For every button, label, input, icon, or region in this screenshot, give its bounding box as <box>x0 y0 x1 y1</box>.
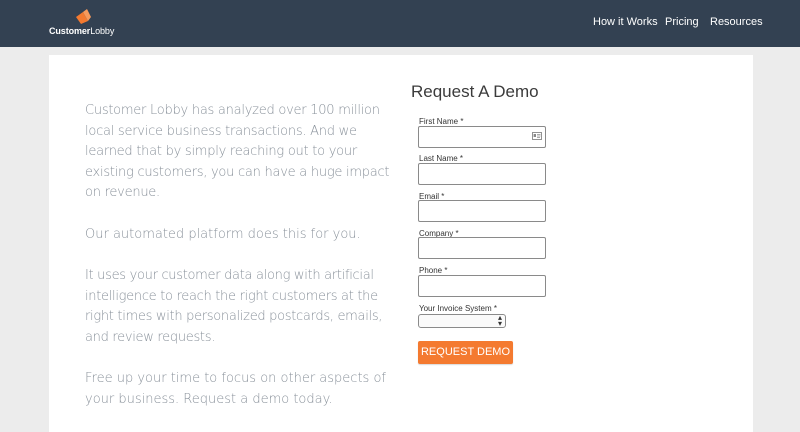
intro-paragraph-4: Free up your time to focus on other aspe… <box>85 371 386 407</box>
select-arrows-icon: ▴ ▾ <box>497 313 502 328</box>
logo-wordmark: CustomerLobby <box>49 26 114 36</box>
logo-brand-bold: Customer <box>49 26 91 36</box>
invoice-system-select[interactable]: ▴ ▾ <box>418 314 506 328</box>
intro-text: Customer Lobby has analyzed over 100 mil… <box>85 101 400 431</box>
top-navigation-bar: CustomerLobby How it Works Pricing Resou… <box>0 0 800 47</box>
nav-resources[interactable]: Resources <box>710 16 763 28</box>
main-content-card: Customer Lobby has analyzed over 100 mil… <box>49 55 753 432</box>
intro-paragraph-1: Customer Lobby has analyzed over 100 mil… <box>85 103 390 200</box>
contact-card-icon <box>532 132 542 140</box>
intro-paragraph-2: Our automated platform does this for you… <box>85 226 361 242</box>
intro-paragraph-3: It uses your customer data along with ar… <box>85 268 383 345</box>
email-field[interactable] <box>418 200 546 222</box>
first-name-field[interactable] <box>418 126 546 148</box>
phone-field[interactable] <box>418 275 546 297</box>
logo-mark-icon <box>76 9 91 24</box>
nav-how-it-works[interactable]: How it Works <box>593 16 658 28</box>
last-name-field[interactable] <box>418 163 546 185</box>
request-demo-button[interactable]: REQUEST DEMO <box>418 341 513 364</box>
phone-label: Phone * <box>419 266 448 275</box>
form-title: Request A Demo <box>411 82 539 101</box>
nav-pricing[interactable]: Pricing <box>665 16 699 28</box>
invoice-system-label: Your Invoice System * <box>419 304 497 313</box>
logo-brand-regular: Lobby <box>90 26 115 36</box>
last-name-label: Last Name * <box>419 154 464 163</box>
first-name-label: First Name * <box>419 117 464 126</box>
customer-lobby-logo[interactable]: CustomerLobby <box>49 9 119 39</box>
company-field[interactable] <box>418 237 546 259</box>
